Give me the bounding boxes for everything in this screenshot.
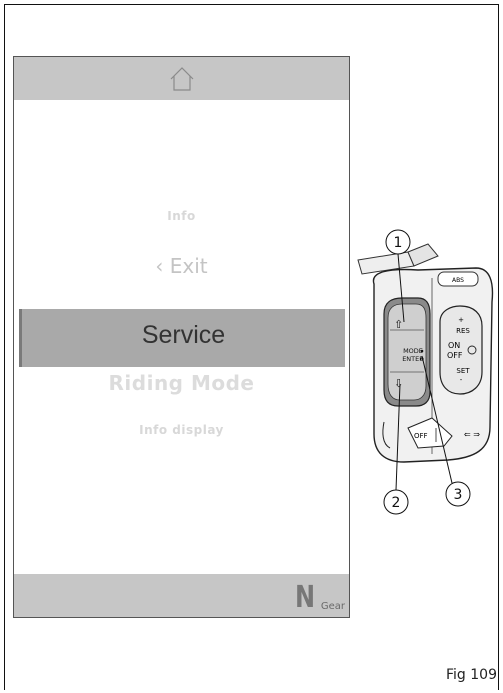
chevron-left-icon: ‹ (155, 254, 164, 278)
menu-item-info[interactable]: Info (14, 209, 349, 223)
menu-item-riding-mode[interactable]: Riding Mode (14, 371, 349, 395)
callout-1: 1 (394, 235, 403, 251)
arrow-down-icon[interactable]: ⇩ (394, 377, 403, 390)
menu-item-info-display[interactable]: Info display (14, 423, 349, 437)
plus-icon: + (458, 316, 464, 324)
mode-button-label: MODE (403, 347, 423, 355)
figure-label: Fig 109 (446, 667, 497, 683)
menu-item-selected-label: Service (141, 321, 226, 349)
handlebar-switch-illustration: ABS ⇧ ⇩ MODE ENTER + RES ON OFF SET - OF… (357, 229, 494, 515)
dashboard-display: Info ‹ Exit Service Riding Mode Info dis… (13, 56, 350, 618)
off-switch-label: OFF (414, 432, 428, 440)
home-icon[interactable] (169, 66, 195, 92)
menu-item-selected[interactable]: Service (19, 309, 345, 367)
display-footer: N Gear (14, 574, 349, 617)
callout-2: 2 (392, 495, 401, 511)
arrow-up-icon[interactable]: ⇧ (394, 318, 403, 331)
menu-item-exit-label: Exit (169, 254, 208, 278)
res-button-label: RES (456, 327, 470, 335)
display-header (14, 57, 349, 100)
set-button-label: SET (456, 367, 470, 375)
off-label: OFF (447, 351, 463, 360)
on-label: ON (448, 341, 460, 350)
menu-item-exit[interactable]: ‹ Exit (14, 254, 349, 278)
gear-indicator: N (294, 580, 315, 615)
gear-label: Gear (320, 601, 345, 612)
turn-signal-icon[interactable]: ⇐ ⇒ (464, 430, 480, 439)
abs-button-label: ABS (452, 277, 464, 284)
callout-3: 3 (454, 487, 463, 503)
